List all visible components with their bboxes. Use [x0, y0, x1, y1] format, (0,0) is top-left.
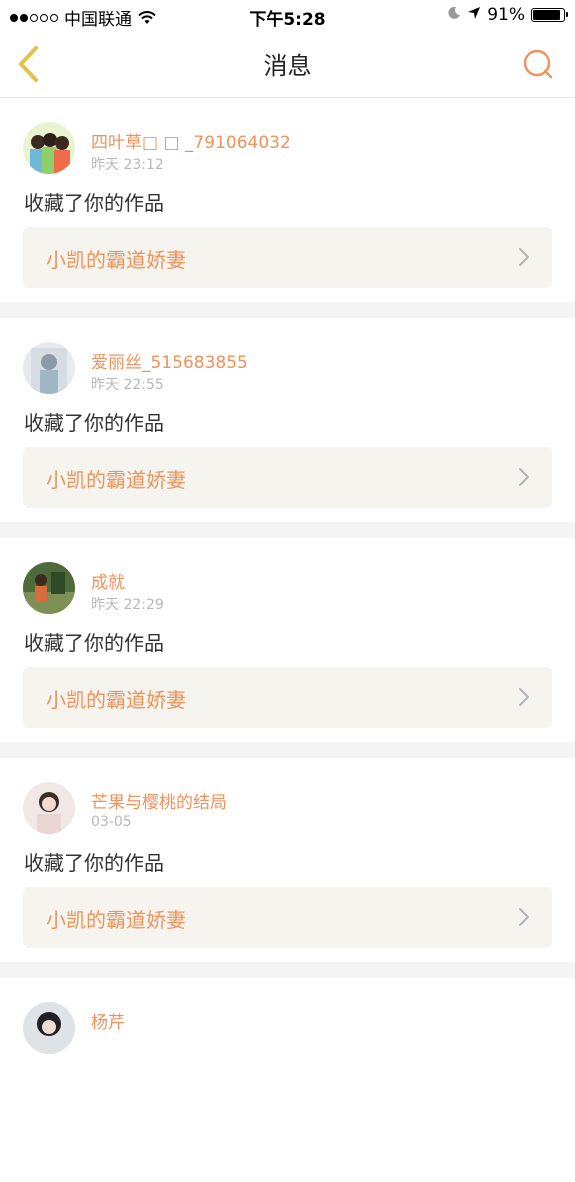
- divider: [0, 962, 575, 978]
- work-link[interactable]: 小凯的霸道娇妻: [23, 227, 552, 288]
- avatar[interactable]: [23, 782, 75, 834]
- action-text: 收藏了你的作品: [24, 411, 164, 435]
- username[interactable]: 杨芹: [91, 1008, 125, 1033]
- work-title: 小凯的霸道娇妻: [46, 688, 186, 712]
- timestamp: 昨天 23:12: [91, 157, 164, 173]
- username[interactable]: 四叶草□ □ _791064032: [91, 128, 291, 153]
- timestamp: 昨天 22:29: [91, 597, 164, 613]
- work-title: 小凯的霸道娇妻: [46, 468, 186, 492]
- username[interactable]: 成就: [91, 568, 125, 593]
- work-title: 小凯的霸道娇妻: [46, 248, 186, 272]
- page-title: 消息: [263, 52, 312, 80]
- battery-icon: [531, 8, 568, 22]
- action-text: 收藏了你的作品: [24, 631, 164, 655]
- message-item: 爱丽丝_515683855 昨天 22:55 收藏了你的作品 小凯的霸道娇妻: [0, 318, 575, 522]
- divider: [0, 522, 575, 538]
- username[interactable]: 爱丽丝_515683855: [91, 348, 248, 373]
- search-button[interactable]: [521, 48, 555, 82]
- message-item: 芒果与樱桃的结局 03-05 收藏了你的作品 小凯的霸道娇妻: [0, 758, 575, 962]
- chevron-right-icon: [519, 468, 529, 486]
- divider: [0, 742, 575, 758]
- nav-bar: 消息: [0, 32, 575, 98]
- timestamp: 昨天 22:55: [91, 377, 164, 393]
- avatar[interactable]: [23, 562, 75, 614]
- avatar[interactable]: [23, 122, 75, 174]
- avatar[interactable]: [23, 1002, 75, 1054]
- moon-icon: [447, 5, 461, 25]
- battery-percent: 91%: [487, 5, 525, 25]
- divider: [0, 302, 575, 318]
- username[interactable]: 芒果与樱桃的结局: [91, 788, 227, 813]
- action-text: 收藏了你的作品: [24, 191, 164, 215]
- work-link[interactable]: 小凯的霸道娇妻: [23, 887, 552, 948]
- message-item: 杨芹: [0, 978, 575, 1182]
- work-link[interactable]: 小凯的霸道娇妻: [23, 667, 552, 728]
- action-text: 收藏了你的作品: [24, 851, 164, 875]
- chevron-right-icon: [519, 248, 529, 266]
- chevron-right-icon: [519, 908, 529, 926]
- work-title: 小凯的霸道娇妻: [46, 908, 186, 932]
- message-list: 四叶草□ □ _791064032 昨天 23:12 收藏了你的作品 小凯的霸道…: [0, 98, 575, 1182]
- work-link[interactable]: 小凯的霸道娇妻: [23, 447, 552, 508]
- location-arrow-icon: [467, 5, 481, 25]
- chevron-right-icon: [519, 688, 529, 706]
- status-right: 91%: [447, 5, 568, 25]
- search-icon: [523, 49, 553, 79]
- avatar[interactable]: [23, 342, 75, 394]
- timestamp: 03-05: [91, 814, 132, 830]
- message-item: 成就 昨天 22:29 收藏了你的作品 小凯的霸道娇妻: [0, 538, 575, 742]
- message-item: 四叶草□ □ _791064032 昨天 23:12 收藏了你的作品 小凯的霸道…: [0, 98, 575, 302]
- status-bar: 中国联通 下午5:28 91%: [0, 0, 575, 32]
